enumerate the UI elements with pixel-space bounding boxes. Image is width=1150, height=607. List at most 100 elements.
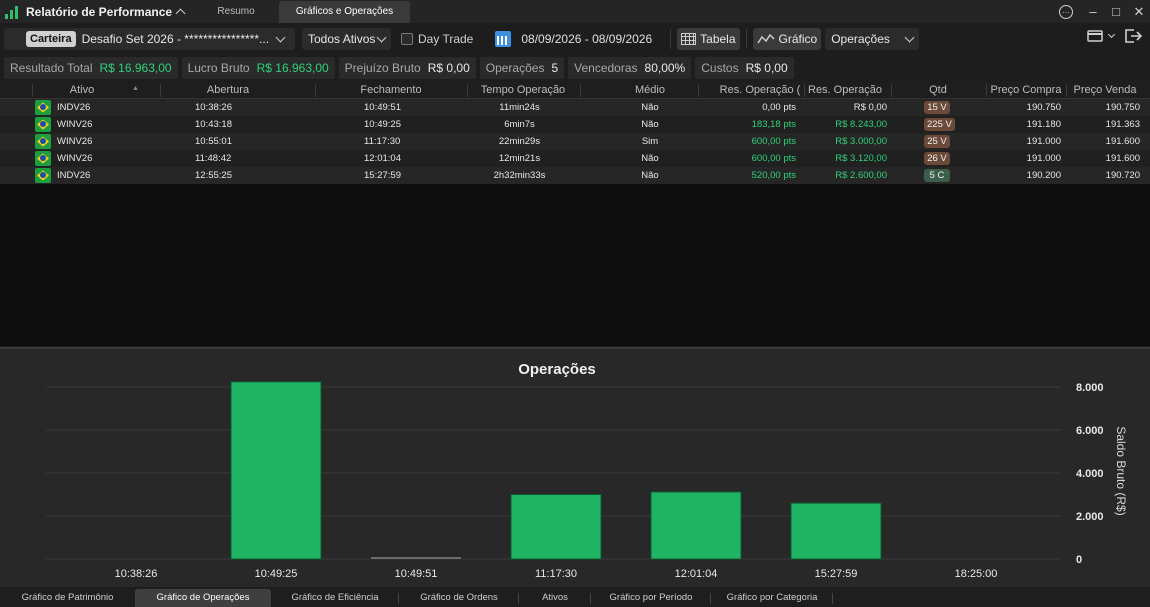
cell-venda: 190.750	[1105, 102, 1140, 113]
daytrade-checkbox[interactable]	[401, 33, 413, 45]
table-row[interactable]: WINV26 10:43:18 10:49:25 6min7s Não 183,18 pt…	[0, 116, 1150, 133]
chevron-down-icon[interactable]	[1107, 30, 1116, 38]
x-tick-label: 12:01:04	[675, 568, 718, 580]
bottom-tab[interactable]: Gráfico de Eficiência	[271, 589, 399, 607]
window-title: Relatório de Performance	[26, 4, 173, 19]
tabela-button[interactable]: Tabela	[677, 28, 740, 50]
cell-tempo: 2h32min33s	[493, 170, 546, 181]
table-row[interactable]: INDV26 12:55:25 15:27:59 2h32min33s Não 520,0…	[0, 167, 1150, 184]
card-icon[interactable]	[1087, 29, 1103, 43]
cell-res-pts: 520,00 pts	[751, 170, 796, 181]
tab-resumo[interactable]: Resumo	[208, 1, 264, 23]
table-row[interactable]: WINV26 11:48:42 12:01:04 12min21s Não 600,00 …	[0, 150, 1150, 167]
drag-grip[interactable]	[4, 28, 22, 50]
date-range[interactable]: 08/09/2026 - 08/09/2026	[521, 32, 652, 46]
close-button[interactable]: ✕	[1128, 4, 1150, 20]
column-header[interactable]: Res. Operação (	[715, 82, 805, 99]
table-row[interactable]: INDV26 10:38:26 10:49:51 11min24s Não 0,00 pt…	[0, 99, 1150, 116]
maximize-button[interactable]: □	[1105, 4, 1127, 19]
carteira-selector[interactable]: Carteira Desafio Set 2026 - ************…	[4, 28, 295, 50]
summary-stat: Prejuízo Bruto R$ 0,00	[338, 57, 476, 79]
x-tick-label: 10:38:26	[115, 568, 158, 580]
column-header[interactable]: Res. Operação	[805, 82, 885, 99]
cell-venda: 191.363	[1105, 119, 1140, 130]
chevron-down-icon	[904, 32, 915, 42]
cell-res-pts: 0,00 pts	[762, 102, 796, 113]
cell-fechamento: 12:01:04	[364, 153, 401, 164]
grafico-button[interactable]: Gráfico	[752, 28, 822, 50]
summary-stat-value: R$ 0,00	[745, 61, 788, 75]
more-options-icon[interactable]: …	[1059, 4, 1073, 19]
cell-compra: 191.000	[1026, 136, 1061, 147]
column-header[interactable]: Preço Compra	[986, 82, 1066, 99]
chart-bar	[230, 381, 322, 560]
chart-type-select[interactable]: Operações	[825, 28, 920, 50]
brazil-flag-icon	[35, 168, 51, 183]
cell-compra: 190.750	[1026, 102, 1061, 113]
sort-arrow-icon[interactable]: ▲	[132, 85, 139, 92]
cell-compra: 190.200	[1026, 170, 1061, 181]
qtd-badge: 25 V	[924, 135, 950, 148]
summary-stat-value: 5	[551, 61, 559, 75]
export-icon[interactable]	[1124, 28, 1142, 44]
cell-ativo: INDV26	[57, 170, 91, 181]
chart-bar	[650, 491, 742, 560]
window-controls: … – □ ✕	[1058, 0, 1150, 23]
cell-ativo: WINV26	[57, 136, 93, 147]
cell-tempo: 11min24s	[499, 102, 540, 113]
collapse-caret-icon[interactable]	[175, 8, 186, 19]
column-header[interactable]: Qtd	[918, 82, 958, 99]
summary-stat: Vencedoras 80,00%	[568, 57, 692, 79]
ativos-select-value: Todos Ativos	[308, 32, 376, 46]
table-header: Ativo Abertura Fechamento Tempo Operação Méd…	[0, 82, 1150, 99]
bottom-tab[interactable]: Gráfico de Ordens	[399, 589, 519, 607]
bottom-tab[interactable]: Gráfico por Período	[591, 589, 711, 607]
y-tick-label: 4.000	[1076, 468, 1104, 480]
cell-abertura: 11:48:42	[195, 153, 232, 164]
summary-stat: Resultado Total R$ 16.963,00	[4, 57, 178, 79]
bottom-tab[interactable]: Ativos	[519, 589, 591, 607]
column-header[interactable]: Abertura	[143, 82, 313, 99]
chart-bar	[371, 557, 461, 559]
cell-abertura: 10:43:18	[195, 119, 232, 130]
column-header[interactable]: Preço Venda	[1070, 82, 1140, 99]
cell-res-brl: R$ 0,00	[853, 102, 887, 113]
cell-fechamento: 10:49:25	[364, 119, 401, 130]
carteira-value: Desafio Set 2026 - ****************...	[81, 32, 270, 46]
cell-res-brl: R$ 8.243,00	[835, 119, 887, 130]
minimize-button[interactable]: –	[1082, 4, 1104, 19]
bottom-tab[interactable]: Gráfico de Operações	[135, 589, 271, 607]
summary-stat-label: Vencedoras	[574, 61, 638, 75]
ativos-select[interactable]: Todos Ativos	[302, 28, 391, 50]
toolbar: Carteira Desafio Set 2026 - ************…	[0, 23, 1150, 55]
cell-fechamento: 11:17:30	[364, 136, 401, 147]
column-header[interactable]: Médio	[620, 82, 680, 99]
column-divider	[1066, 84, 1067, 97]
cell-medio: Não	[641, 170, 659, 181]
qtd-badge: 15 V	[924, 101, 950, 114]
grafico-label: Gráfico	[778, 32, 818, 46]
column-header[interactable]: Ativo	[32, 82, 132, 99]
summary-stat: Lucro Bruto R$ 16.963,00	[181, 57, 335, 79]
carteira-label: Carteira	[26, 31, 76, 47]
calendar-icon[interactable]	[495, 31, 512, 47]
cell-res-pts: 600,00 pts	[751, 153, 796, 164]
y-tick-label: 2.000	[1076, 511, 1104, 523]
cell-venda: 190.720	[1105, 170, 1140, 181]
bottom-tab[interactable]: Gráfico de Patrimônio	[0, 589, 135, 607]
y-tick-label: 6.000	[1076, 425, 1104, 437]
table-row[interactable]: WINV26 10:55:01 11:17:30 22min29s Sim 600,00 …	[0, 133, 1150, 150]
column-header[interactable]: Tempo Operação	[468, 82, 578, 99]
cell-res-brl: R$ 2.600,00	[835, 170, 887, 181]
cell-res-pts: 600,00 pts	[751, 136, 796, 147]
tab-divider	[832, 593, 833, 604]
chevron-down-icon	[376, 32, 387, 42]
column-header[interactable]: Fechamento	[316, 82, 466, 99]
cell-abertura: 12:55:25	[195, 170, 232, 181]
tabela-label: Tabela	[700, 32, 736, 46]
daytrade-toggle[interactable]: Day Trade	[401, 32, 473, 46]
chart-bar	[790, 502, 882, 560]
bottom-tab[interactable]: Gráfico por Categoria	[711, 589, 833, 607]
tab-graficos-operacoes[interactable]: Gráficos e Operações	[279, 0, 411, 23]
bottom-tabs: Gráfico de Patrimônio Gráfico de Operaçõe…	[0, 588, 1150, 607]
